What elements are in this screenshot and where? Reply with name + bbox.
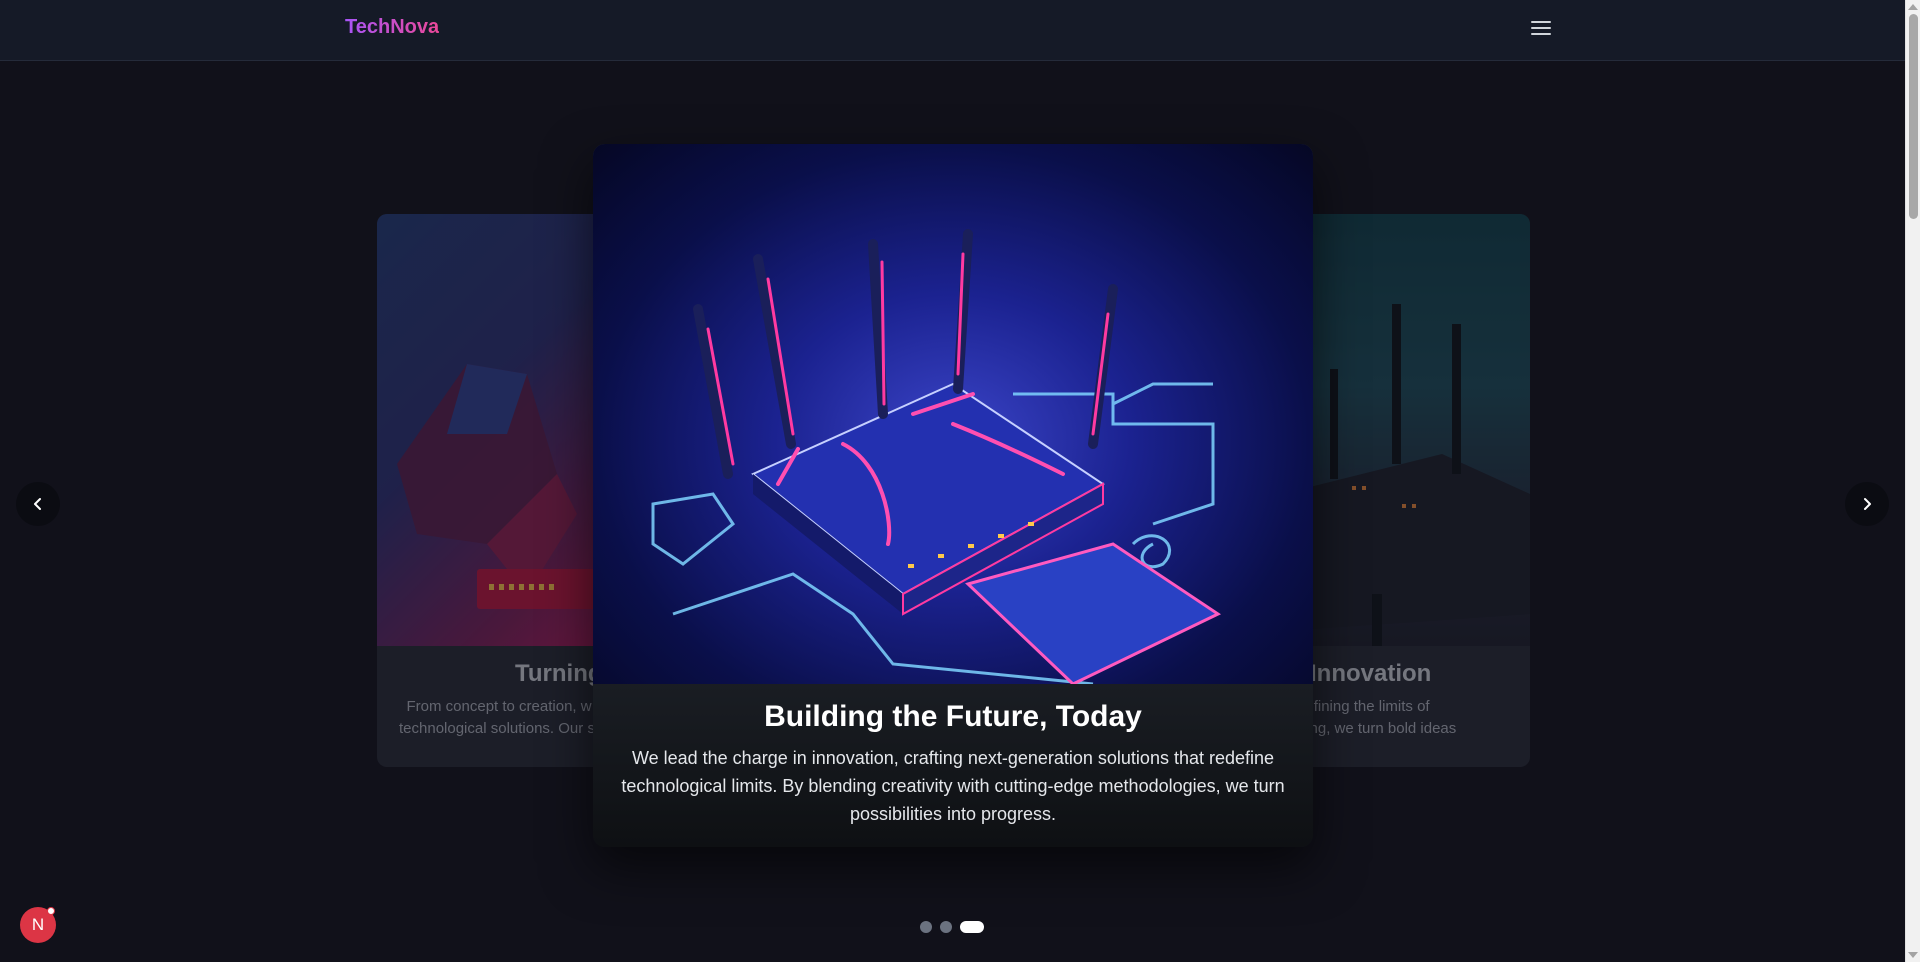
user-avatar-button[interactable]: N — [20, 907, 56, 943]
scroll-up-arrow-icon[interactable] — [1908, 4, 1918, 10]
carousel-card-active[interactable]: Building the Future, Today We lead the c… — [593, 144, 1313, 847]
carousel-card-left-desc: From concept to creation, w technologica… — [399, 696, 599, 740]
neon-router-illustration — [651, 229, 1222, 686]
desc-line: From concept to creation, w — [406, 698, 592, 715]
carousel-card-right-title: Innovation — [1310, 660, 1432, 687]
carousel-card-active-title: Building the Future, Today — [764, 700, 1142, 733]
chevron-right-icon — [1864, 498, 1871, 510]
chevron-left-icon — [34, 498, 41, 510]
carousel-dot-2[interactable] — [940, 921, 952, 933]
desc-line: technological solutions. Our st — [399, 720, 600, 737]
carousel-dot-1[interactable] — [920, 921, 932, 933]
scroll-down-arrow-icon[interactable] — [1908, 952, 1918, 958]
brand-logo[interactable]: TechNova — [345, 16, 439, 39]
scroll-thumb[interactable] — [1909, 14, 1918, 219]
page-scrollbar[interactable] — [1905, 0, 1920, 962]
carousel-dot-3-active[interactable] — [960, 921, 984, 933]
top-navbar: TechNova — [0, 0, 1905, 61]
carousel-card-active-desc: We lead the charge in innovation, crafti… — [621, 748, 1285, 824]
carousel-card-left-title: Turning — [515, 660, 603, 687]
hamburger-icon[interactable] — [1528, 18, 1554, 38]
carousel-next-button[interactable] — [1845, 482, 1889, 526]
avatar-initial: N — [31, 915, 45, 934]
carousel-card-active-image — [593, 144, 1313, 686]
carousel-prev-button[interactable] — [16, 482, 60, 526]
notification-dot — [47, 907, 55, 915]
